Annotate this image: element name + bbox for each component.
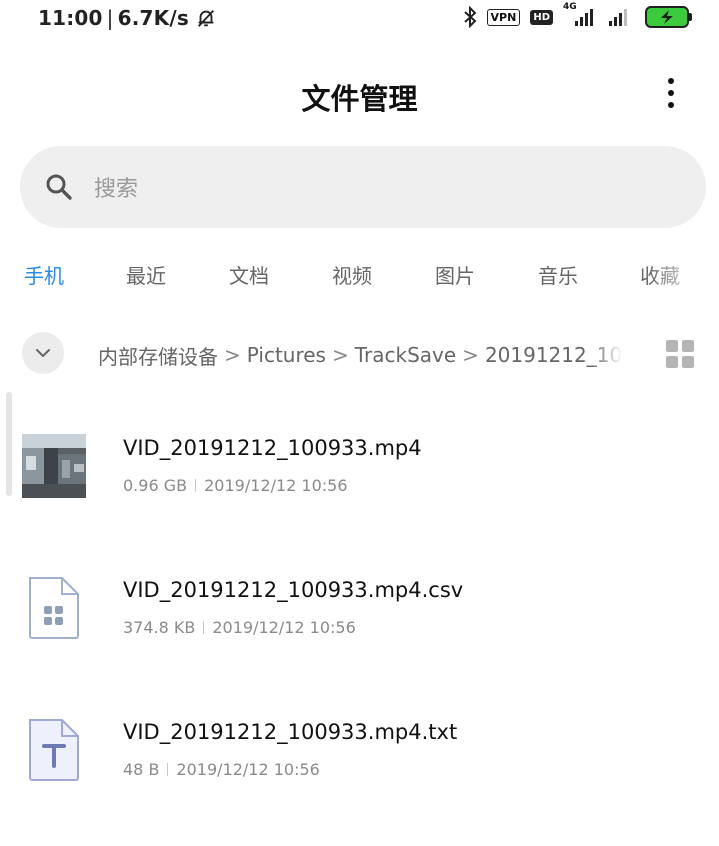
chevron-right-icon: >	[224, 343, 241, 367]
file-name: VID_20191212_100933.mp4	[123, 436, 422, 460]
dot	[668, 102, 674, 108]
signal-icon: 4G	[563, 2, 597, 28]
meta-divider	[195, 479, 197, 492]
file-name: VID_20191212_100933.mp4.txt	[123, 720, 458, 744]
vpn-icon: VPN	[486, 8, 521, 26]
category-tabs: 手机 最近 文档 视频 图片 音乐 收藏	[0, 260, 719, 292]
search-placeholder: 搜索	[94, 177, 139, 202]
chevron-down-icon	[36, 349, 50, 357]
search-bar[interactable]: 搜索	[20, 146, 706, 228]
breadcrumb-internal-storage[interactable]: 内部存储设备	[98, 341, 218, 370]
bluetooth-icon	[463, 6, 476, 28]
dot	[668, 90, 674, 96]
tab-phone[interactable]: 手机	[24, 260, 64, 289]
video-thumbnail	[22, 434, 86, 498]
file-size: 374.8 KB	[123, 618, 196, 637]
file-date: 2019/12/12 10:56	[212, 618, 356, 637]
tabs-fade	[649, 260, 719, 292]
tab-videos[interactable]: 视频	[332, 260, 372, 289]
signal-icon-2	[609, 9, 627, 26]
tab-music[interactable]: 音乐	[538, 260, 578, 289]
file-meta: 374.8 KB 2019/12/12 10:56	[123, 618, 356, 637]
hd-icon: HD	[530, 9, 553, 25]
more-options-button[interactable]	[659, 74, 683, 112]
bell-off-icon	[197, 10, 214, 27]
file-date: 2019/12/12 10:56	[176, 760, 320, 779]
tab-pictures[interactable]: 图片	[435, 260, 475, 289]
chevron-right-icon: >	[462, 343, 479, 367]
status-right: VPN HD 4G	[463, 2, 692, 28]
grid-cell	[666, 340, 678, 352]
breadcrumb-tracksave[interactable]: TrackSave	[355, 343, 456, 367]
collapse-button[interactable]	[22, 332, 64, 374]
file-item-txt[interactable]: VID_20191212_100933.mp4.txt 48 B 2019/12/…	[0, 704, 719, 824]
battery-charging-icon	[645, 6, 692, 28]
network-speed: 6.7K/s	[117, 6, 189, 30]
meta-divider	[203, 621, 205, 634]
meta-divider	[167, 763, 169, 776]
page-title: 文件管理	[301, 82, 418, 116]
status-time: 11:00	[38, 6, 103, 30]
search-icon	[46, 174, 72, 200]
breadcrumb-pictures[interactable]: Pictures	[247, 343, 326, 367]
grid-cell	[682, 356, 694, 368]
file-item-csv[interactable]: VID_20191212_100933.mp4.csv 374.8 KB 2019…	[0, 562, 719, 682]
grid-view-icon[interactable]	[666, 340, 694, 368]
file-name: VID_20191212_100933.mp4.csv	[123, 578, 464, 602]
file-size: 48 B	[123, 760, 160, 779]
file-date: 2019/12/12 10:56	[204, 476, 348, 495]
chevron-right-icon: >	[331, 343, 349, 367]
file-meta: 48 B 2019/12/12 10:56	[123, 760, 320, 779]
text-file-icon	[29, 719, 79, 781]
tab-documents[interactable]: 文档	[229, 260, 269, 289]
tab-recent[interactable]: 最近	[126, 260, 166, 289]
status-bar: 11:00 | 6.7K/s VPN HD 4G	[0, 0, 719, 40]
breadcrumb: 内部存储设备 > Pictures > TrackSave > 20191212…	[98, 340, 622, 370]
status-separator: |	[106, 6, 114, 30]
network-type: 4G	[563, 2, 577, 12]
grid-cell	[666, 356, 678, 368]
csv-file-icon	[29, 577, 79, 639]
file-size: 0.96 GB	[123, 476, 188, 495]
dot	[668, 78, 674, 84]
status-left: 11:00 | 6.7K/s	[38, 6, 217, 30]
grid-cell	[682, 340, 694, 352]
file-item-mp4[interactable]: VID_20191212_100933.mp4 0.96 GB 2019/12/1…	[0, 420, 719, 540]
breadcrumb-fade	[592, 340, 622, 370]
file-meta: 0.96 GB 2019/12/12 10:56	[123, 476, 348, 495]
